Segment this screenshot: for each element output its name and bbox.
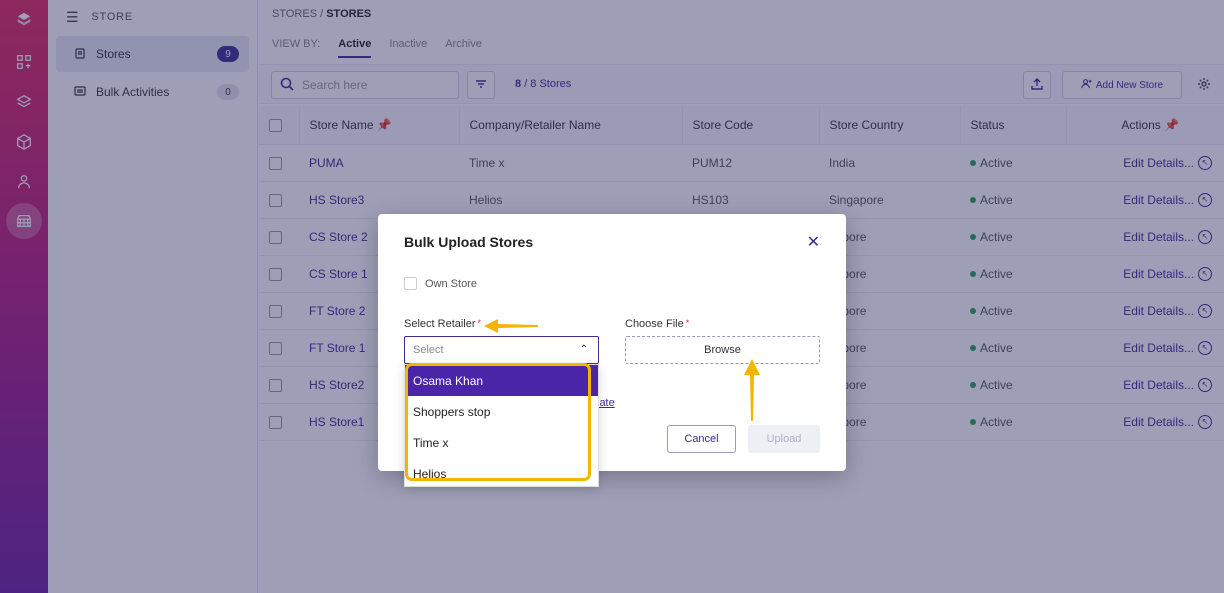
own-store-checkbox[interactable]: [404, 277, 417, 290]
close-icon[interactable]: ✕: [807, 232, 820, 252]
cancel-label: Cancel: [684, 433, 719, 445]
required-mark: *: [477, 318, 482, 328]
upload-label: Upload: [766, 433, 802, 445]
annotation-arrow-left: [484, 319, 538, 333]
retailer-select-value: Select: [413, 344, 444, 356]
download-template-link[interactable]: late: [597, 397, 615, 409]
modal-title: Bulk Upload Stores: [404, 234, 534, 250]
annotation-arrow-up: [744, 359, 760, 421]
file-label: Choose File *: [625, 318, 689, 330]
retailer-label: Select Retailer *: [404, 318, 481, 330]
file-label-text: Choose File: [625, 318, 684, 330]
upload-button[interactable]: Upload: [748, 425, 820, 453]
own-store-label: Own Store: [425, 277, 477, 290]
chevron-up-icon: ⌃: [579, 344, 588, 355]
browse-file-button[interactable]: Browse: [625, 336, 820, 364]
browse-label: Browse: [704, 344, 741, 356]
required-mark: *: [685, 318, 690, 328]
cancel-button[interactable]: Cancel: [667, 425, 736, 453]
retailer-label-text: Select Retailer: [404, 318, 476, 330]
retailer-select[interactable]: Select ⌃: [404, 336, 599, 364]
own-store-option[interactable]: Own Store: [404, 277, 477, 290]
highlight-box: [405, 363, 591, 481]
